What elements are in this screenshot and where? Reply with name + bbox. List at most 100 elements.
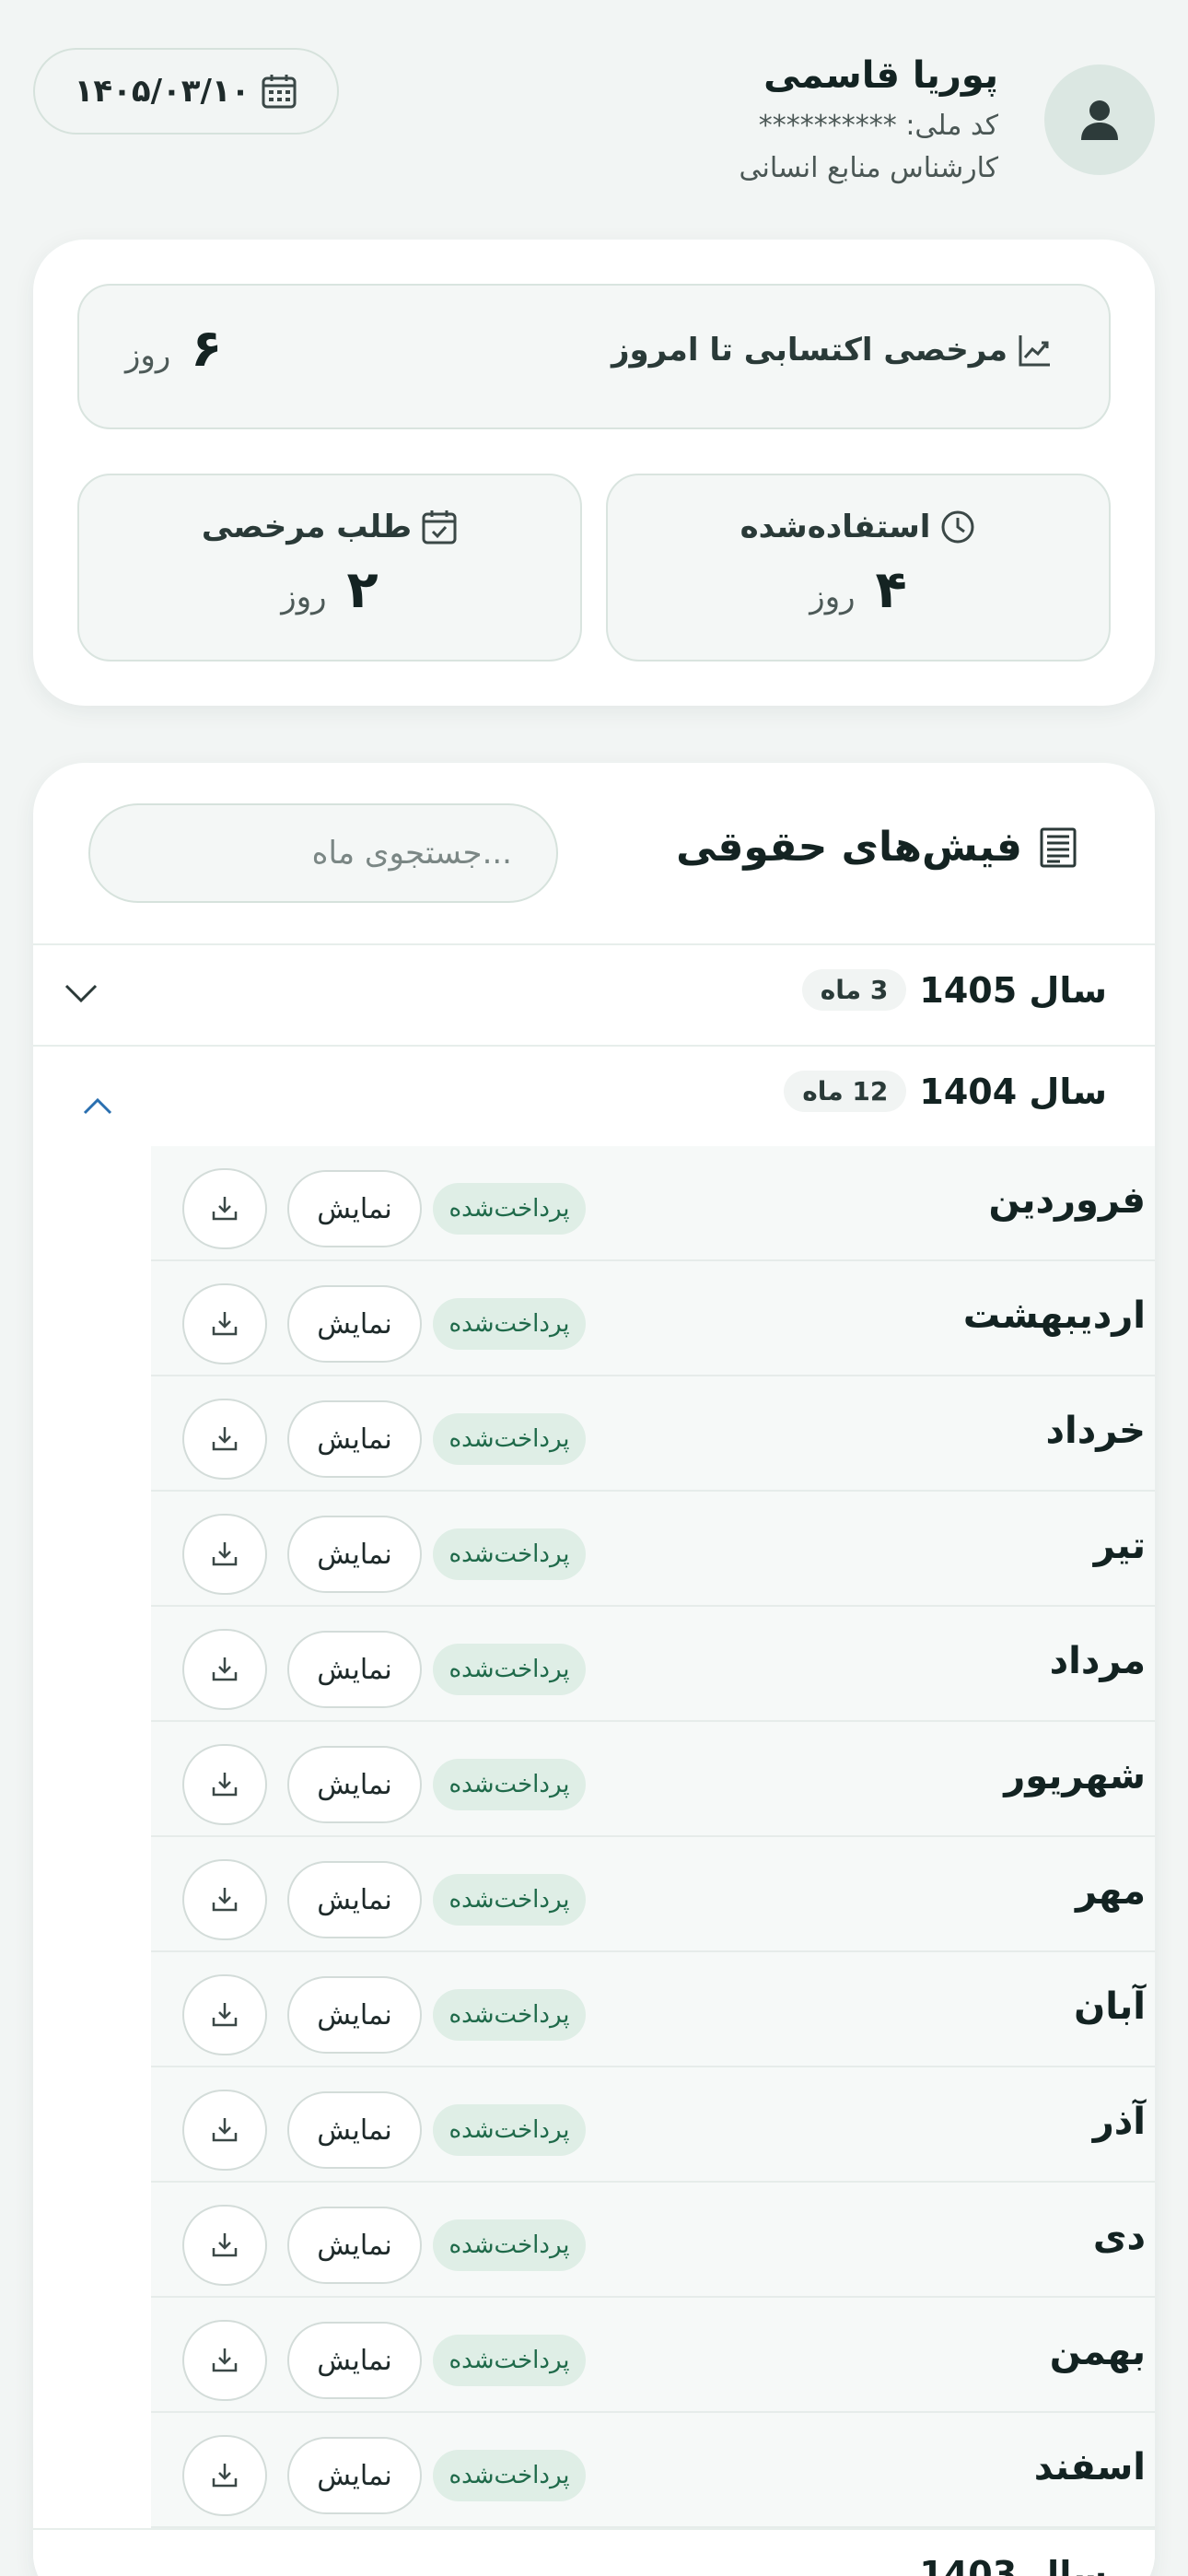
current-date: ۱۴۰۵/۰۳/۱۰ (74, 73, 250, 110)
download-button[interactable] (182, 2090, 267, 2171)
earned-leave-label: مرخصی اکتسابی تا امروز (611, 332, 1007, 369)
payslip-row: خرداد پرداخت‌شده نمایش (151, 1376, 1155, 1492)
requested-leave-value: ۲ روز (79, 560, 580, 620)
month-count-badge: 12 ماه (784, 1071, 907, 1112)
month-search-input[interactable] (88, 803, 558, 903)
status-badge: پرداخت‌شده (433, 1989, 586, 2041)
month-count-badge: 3 ماه (801, 969, 907, 1011)
download-icon (212, 1542, 238, 1566)
month-name: اردیبهشت (962, 1294, 1146, 1337)
used-leave-label-wrap: استفاده‌شده (608, 509, 1109, 545)
download-button[interactable] (182, 1859, 267, 1940)
status-badge: پرداخت‌شده (433, 2450, 586, 2501)
profile-header: پوریا قاسمی کد ملی: ********** کارشناس م… (33, 48, 1155, 195)
download-button[interactable] (182, 1514, 267, 1595)
view-button[interactable]: نمایش (287, 1516, 422, 1593)
view-button[interactable]: نمایش (287, 1861, 422, 1938)
national-id: کد ملی: ********** (758, 110, 998, 142)
used-leave-unit: روز (809, 579, 856, 615)
download-icon (212, 2348, 238, 2372)
download-icon (212, 1197, 238, 1221)
download-icon (212, 1888, 238, 1912)
download-icon (212, 1657, 238, 1681)
earned-leave-number: ۶ (191, 319, 223, 379)
download-button[interactable] (182, 1744, 267, 1825)
download-icon (212, 2003, 238, 2027)
status-badge: پرداخت‌شده (433, 1528, 586, 1580)
calendar-check-icon (422, 510, 457, 544)
status-badge: پرداخت‌شده (433, 1644, 586, 1695)
download-button[interactable] (182, 2320, 267, 2401)
used-leave-number: ۴ (875, 560, 907, 620)
month-name: مهر (1075, 1870, 1146, 1913)
calendar-icon (262, 75, 297, 109)
payslip-row: آذر پرداخت‌شده نمایش (151, 2067, 1155, 2183)
month-name: خرداد (1045, 1410, 1146, 1452)
view-button[interactable]: نمایش (287, 1631, 422, 1708)
download-icon (212, 1312, 238, 1336)
view-button[interactable]: نمایش (287, 2207, 422, 2284)
requested-leave-label: طلب مرخصی (201, 509, 413, 545)
year-1405-label-wrap: سال 1405 3 ماه (801, 969, 1107, 1011)
view-button[interactable]: نمایش (287, 1170, 422, 1247)
status-badge: پرداخت‌شده (433, 1413, 586, 1465)
download-icon (212, 2233, 238, 2257)
payslip-row: دی پرداخت‌شده نمایش (151, 2183, 1155, 2298)
payslip-row: شهریور پرداخت‌شده نمایش (151, 1722, 1155, 1837)
download-button[interactable] (182, 1283, 267, 1364)
payslips-header: فیش‌های حقوقی (33, 763, 1155, 943)
download-button[interactable] (182, 2205, 267, 2286)
download-button[interactable] (182, 1168, 267, 1249)
view-button[interactable]: نمایش (287, 2437, 422, 2514)
status-badge: پرداخت‌شده (433, 2104, 586, 2156)
view-button[interactable]: نمایش (287, 2322, 422, 2399)
view-button[interactable]: نمایش (287, 2091, 422, 2169)
download-button[interactable] (182, 1629, 267, 1710)
used-leave-value: ۴ روز (608, 560, 1109, 620)
month-name: شهریور (1004, 1755, 1146, 1797)
month-name: دی (1092, 2216, 1146, 2258)
view-button[interactable]: نمایش (287, 1400, 422, 1478)
payslip-row: مهر پرداخت‌شده نمایش (151, 1837, 1155, 1952)
leave-summary-card: مرخصی اکتسابی تا امروز ۶ روز استفاده‌شده… (33, 240, 1155, 706)
payslip-row: اسفند پرداخت‌شده نمایش (151, 2413, 1155, 2528)
date-pill[interactable]: ۱۴۰۵/۰۳/۱۰ (33, 48, 339, 135)
year-row-1405[interactable]: سال 1405 3 ماه (33, 943, 1155, 1045)
status-badge: پرداخت‌شده (433, 1183, 586, 1235)
receipt-icon (1040, 827, 1077, 867)
earned-leave-value: ۶ روز (125, 319, 222, 379)
payslips-card: فیش‌های حقوقی سال 1405 3 ماه سال 1404 12… (33, 763, 1155, 2576)
download-button[interactable] (182, 2435, 267, 2516)
earned-leave-box: مرخصی اکتسابی تا امروز ۶ روز (77, 284, 1111, 429)
payslip-row: فروردین پرداخت‌شده نمایش (151, 1146, 1155, 1261)
used-leave-box: استفاده‌شده ۴ روز (606, 474, 1111, 662)
used-leave-label: استفاده‌شده (740, 509, 931, 545)
year-row-1403[interactable]: سال 1403 (33, 2528, 1155, 2576)
user-icon (1081, 100, 1118, 140)
view-button[interactable]: نمایش (287, 1976, 422, 2054)
chevron-down-icon[interactable] (61, 973, 101, 1013)
download-icon (212, 2118, 238, 2142)
chevron-up-icon[interactable] (79, 1087, 116, 1124)
payslip-row: مرداد پرداخت‌شده نمایش (151, 1607, 1155, 1722)
download-icon (212, 2464, 238, 2488)
view-button[interactable]: نمایش (287, 1285, 422, 1363)
download-button[interactable] (182, 1974, 267, 2055)
payslips-title-wrap: فیش‌های حقوقی (676, 824, 1079, 871)
earned-leave-label-wrap: مرخصی اکتسابی تا امروز (611, 332, 1054, 369)
year-label: سال 1405 (919, 969, 1107, 1011)
year-label: سال 1403 (919, 2554, 1107, 2576)
user-info: پوریا قاسمی کد ملی: ********** کارشناس م… (740, 48, 998, 190)
clock-icon (941, 510, 974, 544)
status-badge: پرداخت‌شده (433, 1298, 586, 1350)
month-name: آذر (1092, 2101, 1146, 2143)
avatar[interactable] (1044, 64, 1155, 175)
view-button[interactable]: نمایش (287, 1746, 422, 1823)
status-badge: پرداخت‌شده (433, 1759, 586, 1810)
trend-chart-icon (1019, 335, 1050, 367)
requested-leave-number: ۲ (346, 560, 379, 620)
payslip-row: تیر پرداخت‌شده نمایش (151, 1492, 1155, 1607)
download-button[interactable] (182, 1399, 267, 1480)
year-label: سال 1404 (919, 1071, 1107, 1112)
year-row-1404[interactable]: سال 1404 12 ماه (33, 1045, 1155, 1146)
